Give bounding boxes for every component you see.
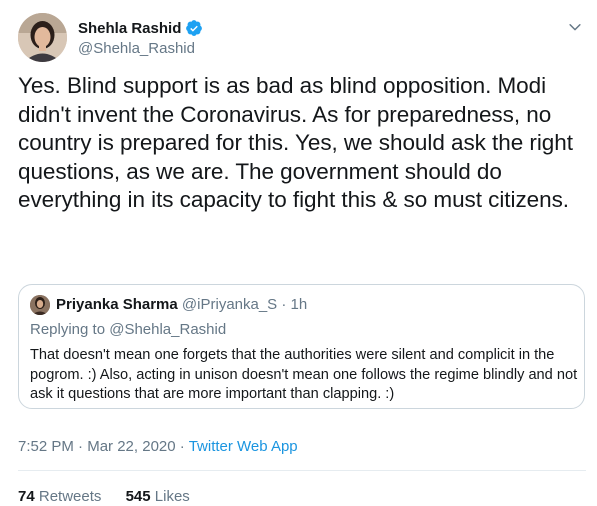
tweet-date[interactable]: Mar 22, 2020 [87, 438, 175, 455]
replying-mention: @Shehla_Rashid [109, 321, 227, 338]
tweet-meta: 7:52 PM · Mar 22, 2020 · Twitter Web App [18, 438, 298, 455]
source-app-link[interactable]: Twitter Web App [189, 438, 298, 455]
quoted-tweet[interactable]: Priyanka Sharma @iPriyanka_S · 1h Replyi… [18, 284, 585, 409]
quoted-handle: @iPriyanka_S [181, 296, 278, 313]
likes-stat[interactable]: 545 Likes [126, 488, 190, 505]
author-display-name[interactable]: Shehla Rashid [78, 20, 181, 37]
quoted-author-avatar [30, 295, 50, 315]
verified-badge-icon [186, 20, 203, 36]
tweet-time[interactable]: 7:52 PM [18, 438, 74, 455]
avatar-photo-icon [18, 13, 67, 62]
quoted-separator: · [281, 296, 287, 313]
likes-count: 545 [125, 488, 151, 505]
quoted-display-name: Priyanka Sharma [56, 296, 178, 313]
quoted-time: 1h [290, 296, 308, 313]
tweet-text: Yes. Blind support is as bad as blind op… [18, 73, 573, 212]
tweet-stats: 74 Retweets 545 Likes [18, 488, 210, 505]
retweets-count: 74 [18, 488, 35, 505]
author-avatar[interactable] [18, 13, 67, 62]
quoted-text: That doesn't mean one forgets that the a… [30, 347, 578, 402]
retweets-label: Retweets [38, 488, 102, 505]
retweets-stat[interactable]: 74 Retweets [18, 488, 106, 505]
quoted-header: Priyanka Sharma @iPriyanka_S · 1h [56, 296, 307, 313]
quoted-replying-to: Replying to @Shehla_Rashid [30, 321, 226, 338]
meta-separator: · [78, 438, 84, 455]
likes-label: Likes [154, 488, 190, 505]
replying-prefix: Replying to [30, 321, 106, 338]
quoted-avatar-photo-icon [30, 295, 50, 315]
meta-separator: · [179, 438, 185, 455]
author-name-row: Shehla Rashid [78, 19, 203, 37]
divider [18, 470, 586, 471]
tweet-card: Shehla Rashid @Shehla_Rashid Yes. Blind … [0, 0, 597, 506]
chevron-down-icon[interactable] [566, 18, 584, 36]
author-handle[interactable]: @Shehla_Rashid [78, 40, 195, 57]
